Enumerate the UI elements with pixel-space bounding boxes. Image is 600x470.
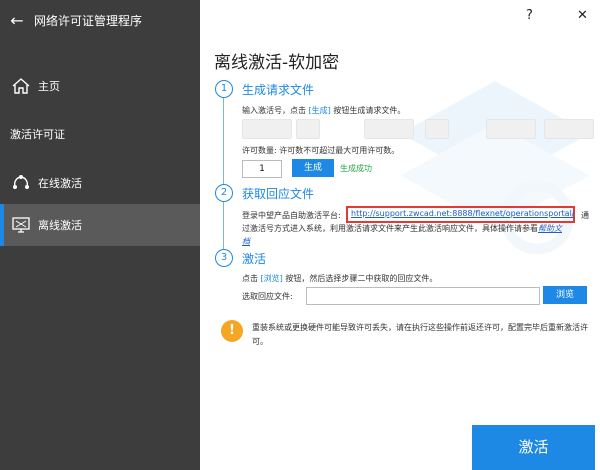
- activate-button[interactable]: 激活: [472, 425, 595, 470]
- activation-code-field-1[interactable]: [242, 119, 292, 139]
- activation-code-field-4[interactable]: [425, 119, 449, 139]
- step-2-instruction-suffix: 通: [581, 211, 589, 220]
- sidebar-item-label: 激活许可证: [10, 128, 65, 141]
- step-1-instruction: 输入激活号，点击 [生成] 按钮生成请求文件。: [242, 106, 406, 115]
- step-1-number: 1: [215, 80, 233, 98]
- quantity-label: 许可数量: 许可数不可超过最大可用许可数。: [242, 146, 400, 155]
- step-3-instruction: 点击 [浏览] 按钮，然后选择步骤二中获取的回应文件。: [242, 274, 438, 283]
- sidebar-item-home[interactable]: 主页: [0, 65, 200, 107]
- close-button[interactable]: ✕: [577, 8, 588, 23]
- warning-icon: !: [221, 320, 243, 342]
- license-quantity-input[interactable]: 1: [242, 160, 282, 178]
- monitor-icon: [10, 214, 32, 236]
- help-doc-link-continued[interactable]: 档: [242, 237, 250, 246]
- title-bar: ← 网络许可证管理程序: [0, 0, 200, 40]
- step-2-instruction-line2: 过激活号方式进入系统，利用激活请求文件来产生此激活响应文件，具体操作请参看帮助文: [242, 224, 562, 233]
- steps-connector: [223, 92, 224, 267]
- main-panel: ? ✕ 离线激活-软加密 1 生成请求文件 输入激活号，点击 [生成] 按钮生成…: [200, 0, 600, 470]
- step-2-instruction-prefix: 登录中望产品自助激活平台:: [242, 211, 341, 220]
- step-2-number: 2: [215, 184, 233, 202]
- back-arrow-icon[interactable]: ←: [0, 11, 34, 30]
- browse-button[interactable]: 浏览: [543, 286, 587, 304]
- activation-code-field-5[interactable]: [486, 119, 536, 139]
- activation-code-field-2[interactable]: [296, 119, 320, 139]
- sidebar-item-label: 离线激活: [38, 219, 82, 232]
- response-file-label: 选取回应文件:: [242, 292, 293, 301]
- response-file-input[interactable]: [306, 287, 540, 305]
- step-2-title: 获取回应文件: [242, 187, 315, 201]
- step-1-title: 生成请求文件: [242, 83, 315, 97]
- generate-status: 生成成功: [340, 164, 372, 173]
- portal-link[interactable]: http://support.zwcad.net:8888/flexnet/op…: [351, 209, 574, 218]
- help-button[interactable]: ?: [526, 8, 533, 23]
- sidebar-section-activate-license: 激活许可证: [0, 113, 200, 155]
- activation-code-field-6[interactable]: [544, 119, 594, 139]
- generate-button[interactable]: 生成: [292, 159, 334, 177]
- step-3-title: 激活: [242, 252, 267, 266]
- activation-code-field-3[interactable]: [364, 119, 414, 139]
- step-2-instruction-line3: 档: [242, 236, 250, 247]
- home-icon: [10, 75, 32, 97]
- network-icon: [10, 172, 32, 194]
- app-title: 网络许可证管理程序: [34, 13, 143, 28]
- warning-text: 重装系统或更换硬件可能导致许可丢失，请在执行这些操作前返还许可，配置完毕后重新激…: [252, 323, 588, 346]
- help-doc-link[interactable]: 帮助文: [538, 224, 562, 233]
- page-title: 离线激活-软加密: [214, 53, 340, 73]
- sidebar-item-label: 在线激活: [38, 177, 82, 190]
- sidebar-item-label: 主页: [38, 80, 60, 93]
- step-3-number: 3: [215, 249, 233, 267]
- sidebar: ← 网络许可证管理程序 主页 激活许可证 在线激活 离线激活: [0, 0, 200, 470]
- sidebar-item-offline-activation[interactable]: 离线激活: [0, 204, 200, 246]
- app-window: ← 网络许可证管理程序 主页 激活许可证 在线激活 离线激活 ? ✕ 离线激活-…: [0, 0, 600, 470]
- watermark-graphic: [400, 81, 590, 255]
- sidebar-item-online-activation[interactable]: 在线激活: [0, 162, 200, 204]
